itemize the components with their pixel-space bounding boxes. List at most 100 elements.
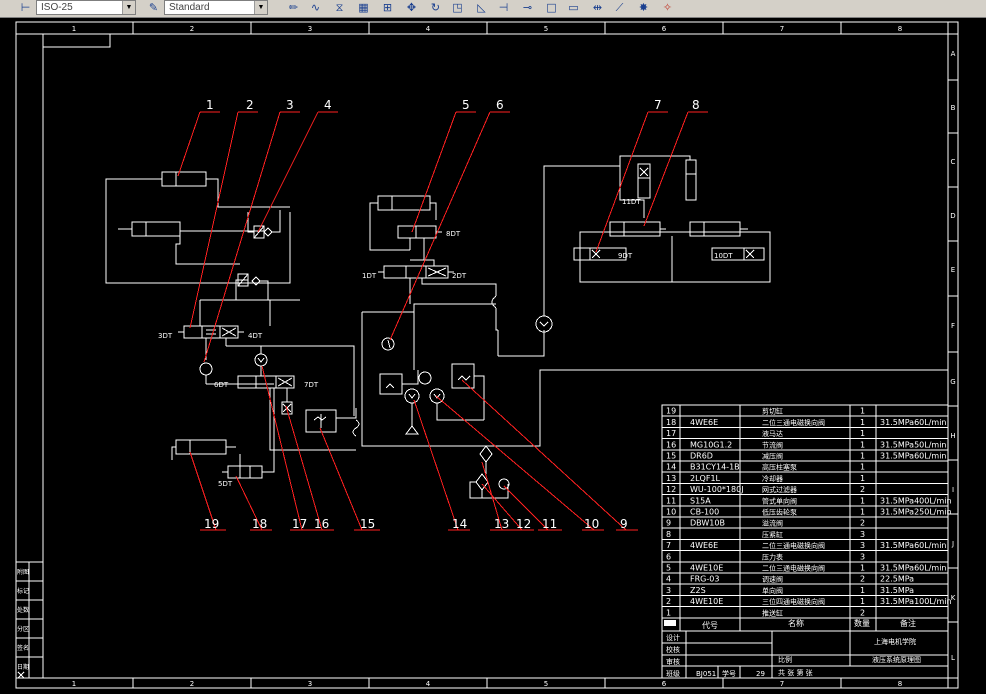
- bom-cell-name: 高压柱塞泵: [762, 463, 797, 472]
- cylinder-8: [685, 159, 697, 201]
- solenoid-label: 7DT: [304, 381, 319, 389]
- bom-cell-code: B31CY14-1B: [690, 463, 740, 472]
- tb-student-no: 学号: [722, 669, 736, 678]
- tb-class-value: BJ051: [696, 670, 716, 678]
- move-icon[interactable]: ✥: [404, 1, 419, 15]
- bom-cell-qty: 1: [860, 564, 865, 573]
- bom-cell-note: 22.5MPa: [880, 575, 914, 584]
- high-pressure-pump: [404, 388, 420, 404]
- grid-icon[interactable]: ⊞: [380, 1, 395, 15]
- bom-cell-no: 16: [666, 440, 676, 449]
- bom-cell-qty: 1: [860, 418, 865, 427]
- col-number: 2: [190, 680, 194, 688]
- relief-valve-9: [379, 373, 403, 395]
- frame-border: [42, 33, 949, 679]
- solenoid-label: 8DT: [446, 230, 461, 238]
- bom-cell-name: 液马达: [762, 429, 783, 438]
- col-number: 3: [308, 680, 312, 688]
- break-icon[interactable]: ▭: [566, 1, 581, 15]
- strip-cell: 日期: [17, 663, 29, 671]
- bom-cell-no: 10: [666, 508, 676, 517]
- bom-cell-code: S15A: [690, 496, 711, 505]
- bom-cell-qty: 2: [860, 575, 865, 584]
- bom-cell-note: 31.5MPa100L/min: [880, 597, 952, 606]
- join-icon[interactable]: ⟋: [612, 1, 627, 15]
- col-number: 3: [308, 25, 312, 33]
- tb-check: 校核: [666, 645, 680, 654]
- bom-cell-code: 2LQF1L: [690, 474, 721, 483]
- bom-table: 19 剪切缸 118 4WE6E 二位三通电磁换向阀 1 31.5MPa60L/min17 液…: [661, 404, 952, 632]
- explode-icon[interactable]: ✸: [636, 1, 651, 15]
- dimstyle-dropdown[interactable]: ISO-25 ▼: [36, 0, 136, 15]
- tb-design: 设计: [666, 633, 680, 642]
- sheet-border: [15, 21, 959, 689]
- col-number: 1: [72, 25, 76, 33]
- bom-cell-code: WU-100*180J: [690, 485, 744, 494]
- extend-icon[interactable]: ⊸: [520, 1, 535, 15]
- bom-cell-name: 压力表: [762, 552, 783, 561]
- bom-cell-name: 管式单向阀: [762, 496, 797, 505]
- dimstyle-value: ISO-25: [41, 2, 73, 13]
- trim-icon[interactable]: ⊣: [496, 1, 511, 15]
- strip-cell: 附图: [17, 568, 29, 576]
- bom-cell-no: 17: [666, 429, 676, 438]
- bom-cell-no: 12: [666, 485, 676, 494]
- bom-cell-no: 1: [666, 608, 671, 617]
- rotate-icon[interactable]: ↻: [428, 1, 443, 15]
- bom-cell-code: 4WE10E: [690, 597, 723, 606]
- col-number: 1: [72, 680, 76, 688]
- callout-number: 19: [204, 517, 219, 531]
- bom-cell-code: 4WE6E: [690, 541, 718, 550]
- filter-symbol: [405, 425, 419, 435]
- bom-cell-code: MG10G1.2: [690, 440, 732, 449]
- bom-header-name: 名称: [788, 618, 804, 628]
- callout-number: 11: [542, 517, 557, 531]
- bom-cell-name: 压紧缸: [762, 530, 783, 539]
- corner-mark: [43, 34, 111, 48]
- explode-red-icon[interactable]: ✧: [660, 1, 675, 15]
- header-marker: [664, 620, 676, 626]
- chevron-down-icon[interactable]: ▼: [254, 1, 267, 14]
- corner-x-mark: [17, 671, 25, 679]
- chamfer-icon[interactable]: ⇹: [590, 1, 605, 15]
- bom-cell-no: 6: [666, 552, 671, 561]
- clamp-cylinder-1: [609, 221, 661, 237]
- bom-header-code: 代号: [702, 620, 718, 630]
- strip-cell: 标记: [17, 587, 29, 595]
- row-letter: L: [951, 654, 955, 662]
- left-revision-strip: 附图 标记 处数 分区 签名 日期: [15, 561, 44, 679]
- cylinder-11dt-valve: [637, 163, 651, 199]
- textstyle-dropdown[interactable]: Standard ▼: [164, 0, 268, 15]
- directional-valve-main: [383, 265, 449, 279]
- stretch-icon[interactable]: ◺: [474, 1, 489, 15]
- bom-cell-note: 31.5MPa: [880, 586, 914, 595]
- drawing-canvas[interactable]: 1 2 3 4 5 6 7 8 1 2 3 4 5 6 7 8 A B C D …: [0, 17, 986, 694]
- fillet-icon[interactable]: ∿: [308, 1, 323, 15]
- bom-cell-code: Z2S: [690, 586, 706, 595]
- row-letter: C: [951, 158, 956, 166]
- bom-cell-qty: 1: [860, 597, 865, 606]
- col-number: 5: [544, 25, 548, 33]
- callout-number: 16: [314, 517, 329, 531]
- cooler: [479, 445, 493, 463]
- row-letters: A B C D E F G H I J K L: [950, 50, 955, 662]
- bom-cell-no: 5: [666, 564, 671, 573]
- chevron-down-icon[interactable]: ▼: [122, 1, 135, 14]
- scale-icon[interactable]: ◳: [450, 1, 465, 15]
- array-icon[interactable]: ▦: [356, 1, 371, 15]
- check-valve: [199, 362, 213, 376]
- bom-cell-qty: 2: [860, 485, 865, 494]
- callout-number: 6: [496, 98, 504, 112]
- mirror-icon[interactable]: ⧖: [332, 1, 347, 15]
- callout-number: 1: [206, 98, 214, 112]
- dimstyle-icon[interactable]: ⊢: [18, 1, 33, 15]
- rectangle-icon[interactable]: □: [544, 1, 559, 15]
- tb-scale: 比例: [778, 655, 792, 664]
- textstyle-icon[interactable]: ✎: [146, 1, 161, 15]
- clamp-cylinder-2: [689, 221, 741, 237]
- callout-number: 9: [620, 517, 628, 531]
- row-letter: G: [950, 378, 955, 386]
- bom-cell-no: 13: [666, 474, 676, 483]
- pencil-icon[interactable]: ✏: [286, 1, 301, 15]
- bom-cell-qty: 1: [860, 429, 865, 438]
